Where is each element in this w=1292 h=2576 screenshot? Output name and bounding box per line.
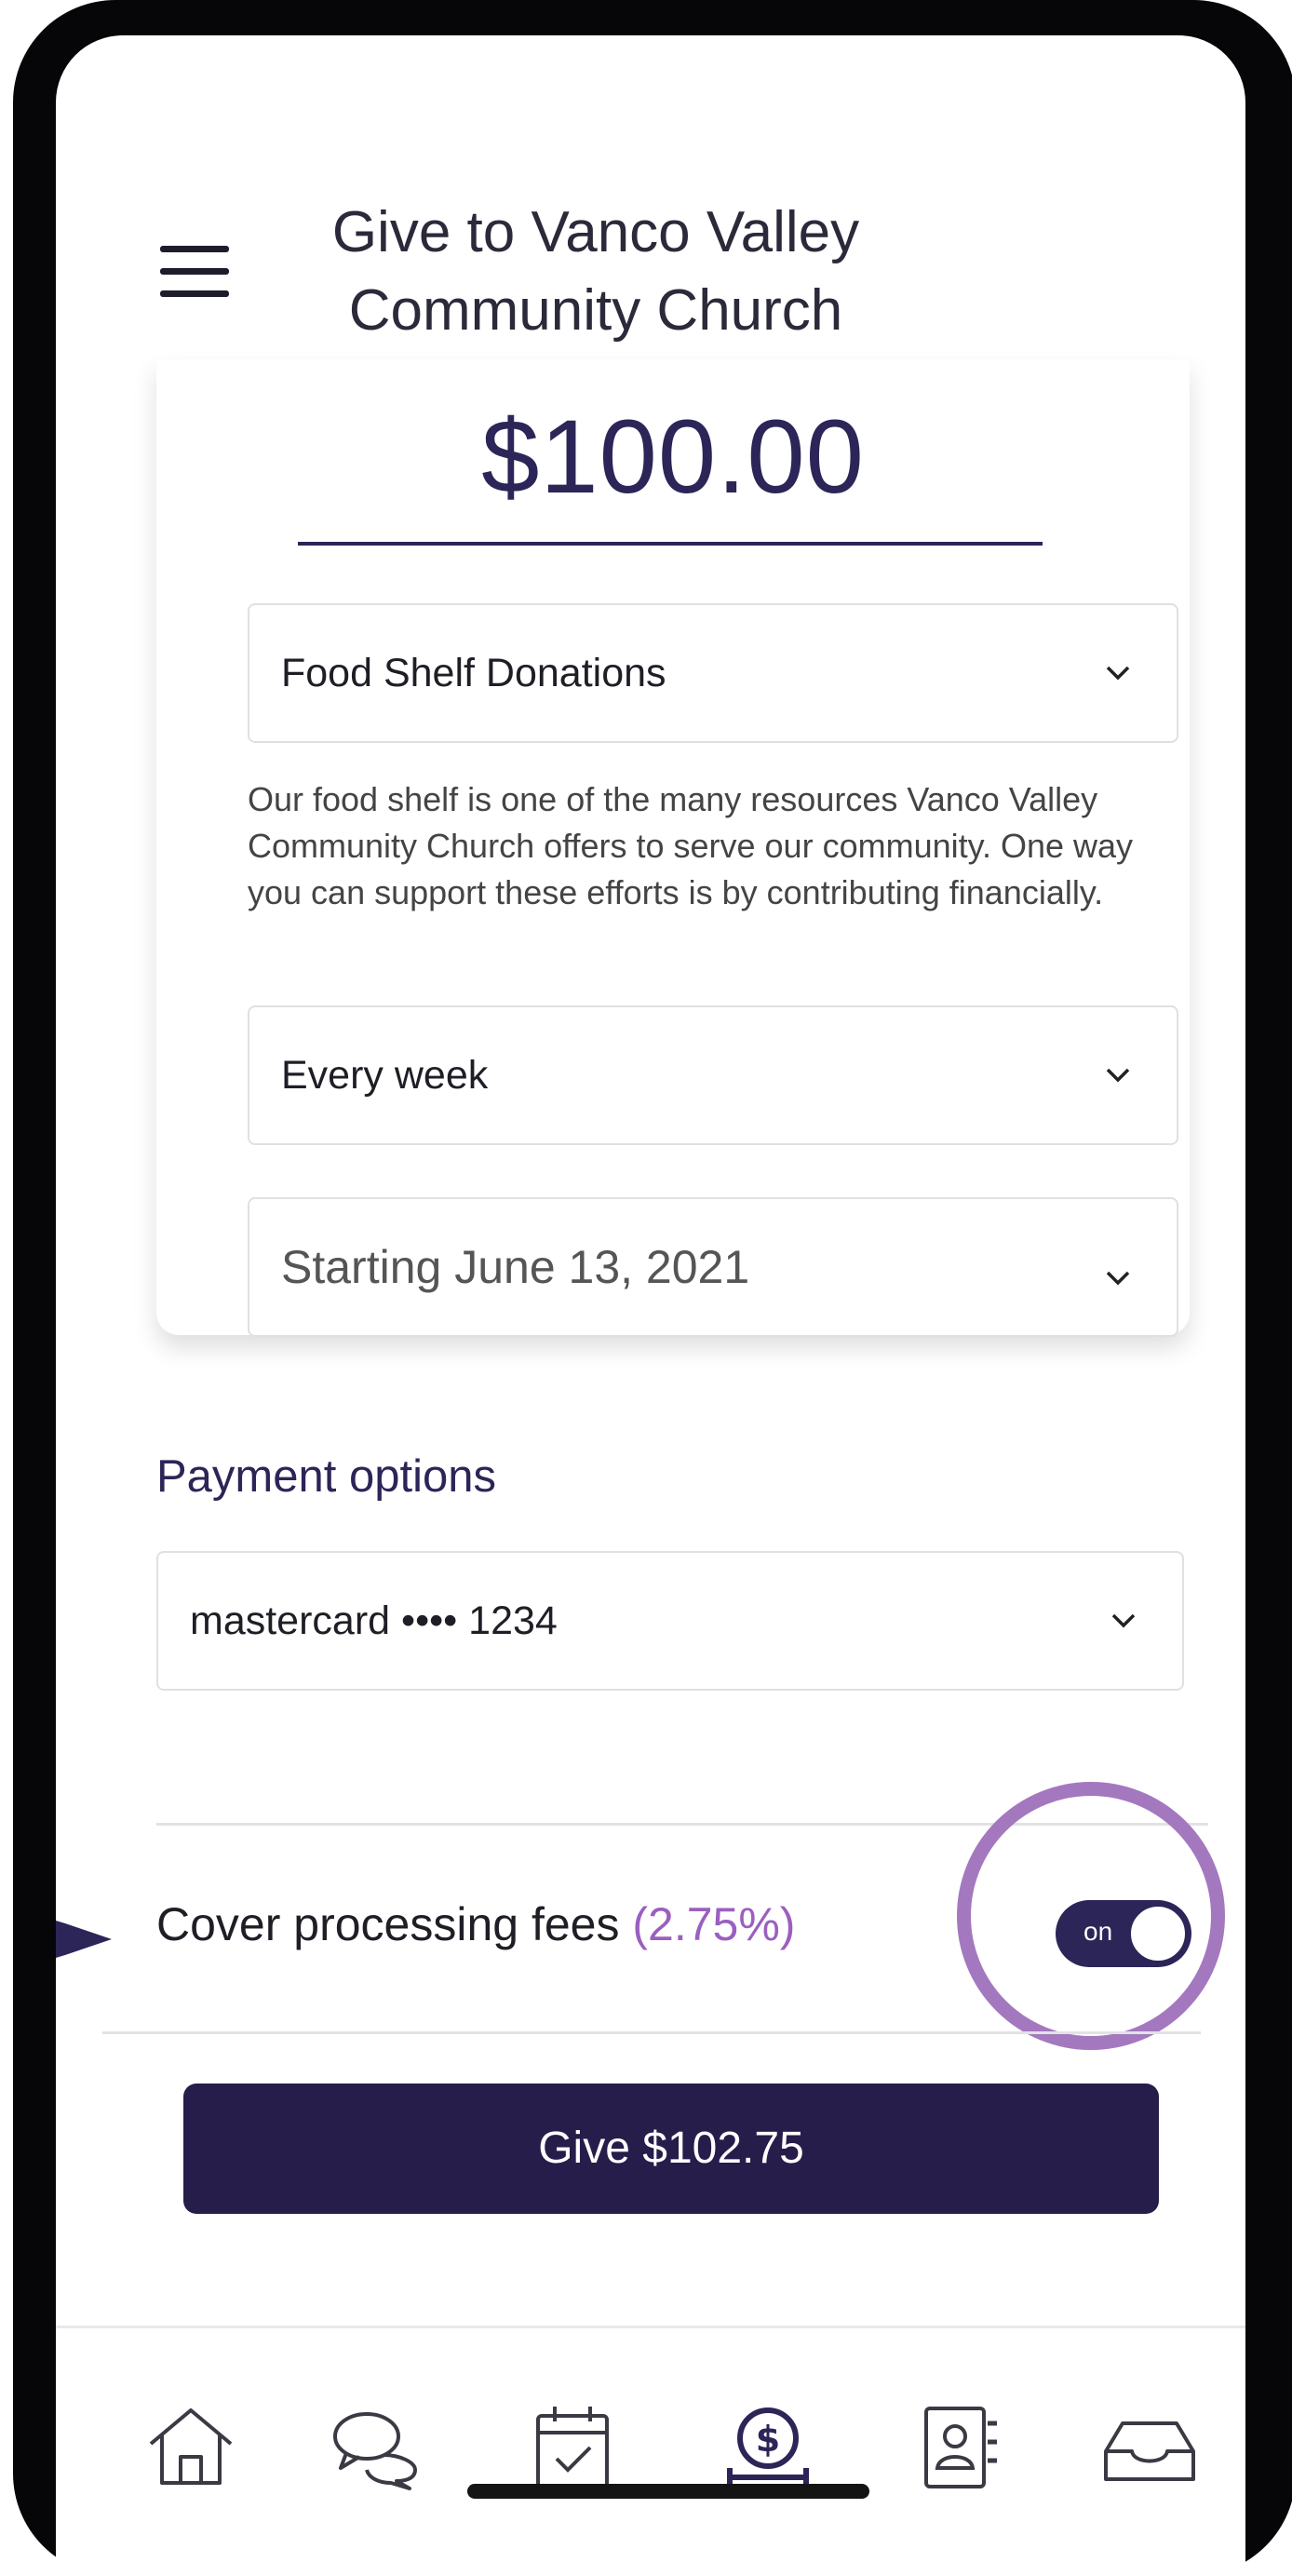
calendar-check-icon[interactable] — [521, 2395, 624, 2498]
fund-description: Our food shelf is one of the many resour… — [248, 780, 1134, 911]
home-icon[interactable] — [140, 2395, 242, 2498]
payment-method-label: mastercard •••• 1234 — [190, 1598, 558, 1643]
divider — [102, 2031, 1201, 2034]
fund-select-label: Food Shelf Donations — [281, 651, 666, 695]
svg-text:$: $ — [756, 2419, 780, 2460]
chevron-down-icon — [1111, 1613, 1136, 1628]
chevron-down-icon — [1106, 1068, 1130, 1083]
fund-select[interactable]: Food Shelf Donations — [248, 603, 1178, 743]
inbox-icon[interactable] — [1098, 2395, 1201, 2498]
payment-options-title: Payment options — [156, 1451, 496, 1502]
arrow-pointer-icon — [56, 1921, 112, 1958]
frequency-select[interactable]: Every week — [248, 1005, 1178, 1145]
cover-fees-text: Cover processing fees — [156, 1898, 620, 1950]
page-title: Give to Vanco Valley Community Church — [331, 200, 860, 343]
cover-fees-label: Cover processing fees (2.75%) — [156, 1897, 795, 1951]
payment-method-select[interactable]: mastercard •••• 1234 — [156, 1551, 1184, 1691]
home-indicator — [467, 2484, 869, 2499]
app-screen: Give to Vanco Valley Community Church $1… — [56, 35, 1245, 2576]
toggle-on-label: on — [1083, 1917, 1113, 1946]
give-dollar-icon[interactable]: $ — [717, 2395, 819, 2498]
cover-fees-toggle[interactable]: on — [1056, 1900, 1191, 1967]
gift-card: $100.00 Food Shelf Donations Our food sh… — [156, 359, 1190, 1337]
toggle-knob — [1128, 1904, 1188, 1963]
tabbar-divider — [56, 2326, 1245, 2328]
hamburger-menu-icon[interactable] — [160, 246, 235, 298]
fee-percent: (2.75%) — [632, 1898, 796, 1950]
chevron-down-icon — [1106, 666, 1130, 681]
amount-underline — [298, 542, 1043, 546]
start-date-select[interactable]: Starting June 13, 2021 — [248, 1197, 1178, 1337]
give-button[interactable]: Give $102.75 — [183, 2084, 1159, 2214]
chevron-down-icon — [1106, 1271, 1130, 1286]
phone-frame: Give to Vanco Valley Community Church $1… — [13, 0, 1292, 2576]
directory-icon[interactable] — [908, 2395, 1010, 2498]
chat-icon[interactable] — [326, 2395, 428, 2498]
frequency-select-label: Every week — [281, 1053, 489, 1098]
gift-amount[interactable]: $100.00 — [156, 397, 1190, 517]
start-date-label: Starting June 13, 2021 — [281, 1241, 750, 1293]
